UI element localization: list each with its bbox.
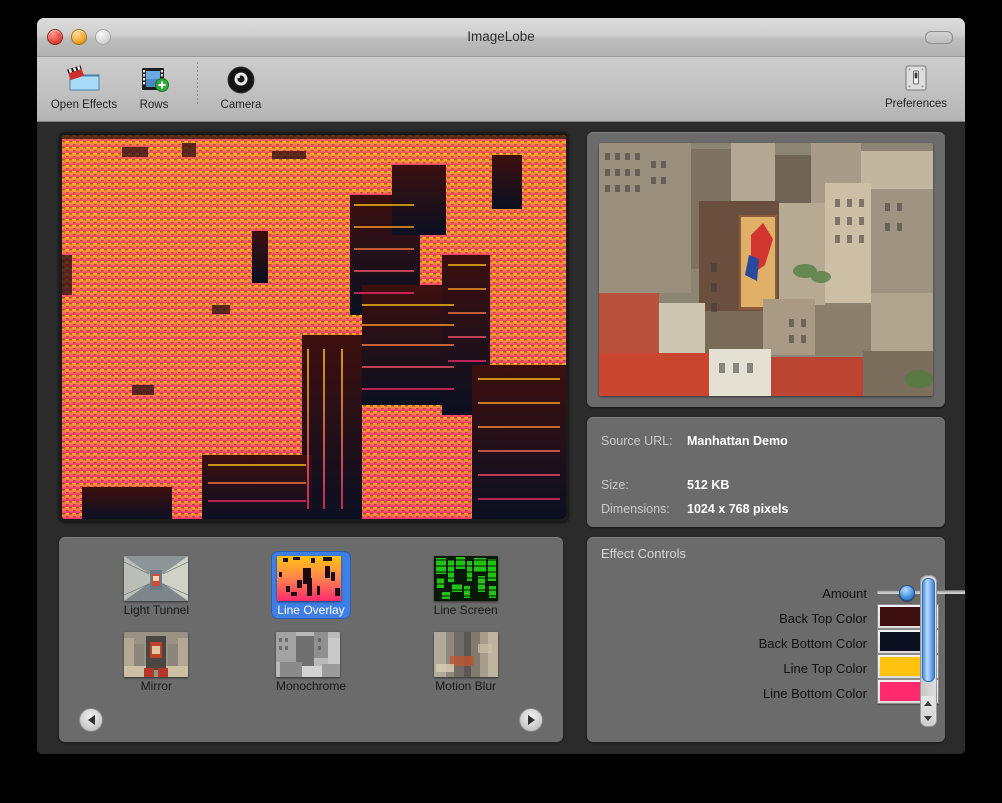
effect-item-line-screen[interactable]: Line Screen [388,549,543,621]
scroll-down-arrow-icon[interactable] [924,716,932,721]
effect-label-monochrome: Monochrome [275,679,346,693]
effect-label-light-tunnel: Light Tunnel [123,603,190,617]
toolbar-label-preferences: Preferences [884,98,947,110]
toolbar-label-open-effects: Open Effects [50,99,118,111]
effect-controls-title: Effect Controls [601,546,687,561]
control-label-back-bottom-color: Back Bottom Color [758,636,867,651]
toolbar-toggle-button[interactable] [925,31,953,44]
effect-item-motion-blur[interactable]: Motion Blur [388,625,543,697]
effect-box[interactable]: Mirror [119,628,193,694]
processed-preview-image[interactable] [62,135,566,519]
arrow-right-icon [527,715,535,725]
effect-label-motion-blur: Motion Blur [435,679,496,693]
effect-thumbnail-line-screen [433,556,498,601]
control-row-amount: Amount 0.25 [587,581,965,606]
image-info-panel: Source URL: Manhattan Demo Size: 512 KB … [587,417,945,527]
toolbar-label-rows: Rows [139,99,169,111]
effect-thumbnail-monochrome [275,632,340,677]
toolbar-button-rows[interactable]: Rows [119,60,189,111]
effect-item-mirror[interactable]: Mirror [79,625,234,697]
control-label-line-bottom-color: Line Bottom Color [762,686,867,701]
effect-box[interactable]: Light Tunnel [119,552,194,618]
info-label-size: Size: [601,478,629,492]
toolbar-separator [197,62,198,106]
camera-icon [206,60,276,98]
control-label-back-top-color: Back Top Color [779,611,867,626]
desktop: ImageLobe Open Effects Rows Camera Prefe… [0,0,1002,803]
light-switch-icon [881,60,951,98]
effect-controls-scrollbar[interactable] [920,575,937,727]
info-value-dimensions: 1024 x 768 pixels [687,502,789,516]
effect-item-line-overlay[interactable]: Line Overlay [234,549,389,621]
effect-item-monochrome[interactable]: Monochrome [234,625,389,697]
window-title: ImageLobe [467,29,535,44]
effect-controls-panel: Effect Controls Amount 0.25 [587,537,965,742]
filmstrip-add-icon [119,60,189,98]
scrollbar-thumb[interactable] [922,578,935,682]
effect-thumbnail-light-tunnel [123,556,188,601]
control-row-back-bottom-color: Back Bottom Color [587,628,945,656]
effect-thumbnail-motion-blur [433,632,498,677]
effect-thumbnail-line-overlay [277,556,342,601]
application-window: ImageLobe Open Effects Rows Camera Prefe… [37,18,965,754]
source-preview-panel [587,132,945,407]
slider-knob[interactable] [899,585,916,602]
effect-box-selected[interactable]: Line Overlay [272,552,350,618]
control-row-line-bottom-color: Line Bottom Color [587,678,945,706]
control-row-line-top-color: Line Top Color [587,653,945,681]
effect-box[interactable]: Motion Blur [429,628,503,694]
toolbar-label-camera: Camera [220,99,262,111]
toolbar-items: Open Effects Rows Camera [49,60,276,111]
effect-label-mirror: Mirror [140,679,172,693]
info-label-source-url: Source URL: [601,434,673,448]
arrow-left-icon [87,715,95,725]
scroll-up-arrow-icon[interactable] [924,701,932,706]
folder-clapperboard-icon [49,60,119,98]
effects-browser-panel: Light Tunnel Line Overlay Line Screen Mi… [59,537,563,742]
effects-next-button[interactable] [519,708,543,732]
scrollbar-arrows[interactable] [921,696,934,726]
info-label-dimensions: Dimensions: [601,502,670,516]
effect-box[interactable]: Monochrome [271,628,351,694]
toolbar-button-preferences[interactable]: Preferences [881,60,951,110]
effect-label-line-overlay: Line Overlay [277,603,345,617]
toolbar: Open Effects Rows Camera Preferences [37,57,965,122]
window-body: Source URL: Manhattan Demo Size: 512 KB … [37,122,965,754]
effect-thumbnail-mirror [124,632,189,677]
source-preview-image[interactable] [599,143,933,396]
effects-prev-button[interactable] [79,708,103,732]
info-value-source-url: Manhattan Demo [687,434,788,448]
effect-box[interactable]: Line Screen [429,552,503,618]
info-value-size: 512 KB [687,478,730,492]
effect-label-line-screen: Line Screen [433,603,498,617]
processed-preview-frame [59,132,569,522]
toolbar-button-camera[interactable]: Camera [206,60,276,111]
control-row-back-top-color: Back Top Color [587,603,945,631]
effect-controls-rows: Amount 0.25 Back Top [587,581,965,706]
control-label-amount: Amount [822,586,867,601]
title-bar[interactable]: ImageLobe [37,18,965,57]
control-label-line-top-color: Line Top Color [783,661,867,676]
effect-item-light-tunnel[interactable]: Light Tunnel [79,549,234,621]
toolbar-button-open-effects[interactable]: Open Effects [49,60,119,111]
effects-grid: Light Tunnel Line Overlay Line Screen Mi… [79,549,543,697]
